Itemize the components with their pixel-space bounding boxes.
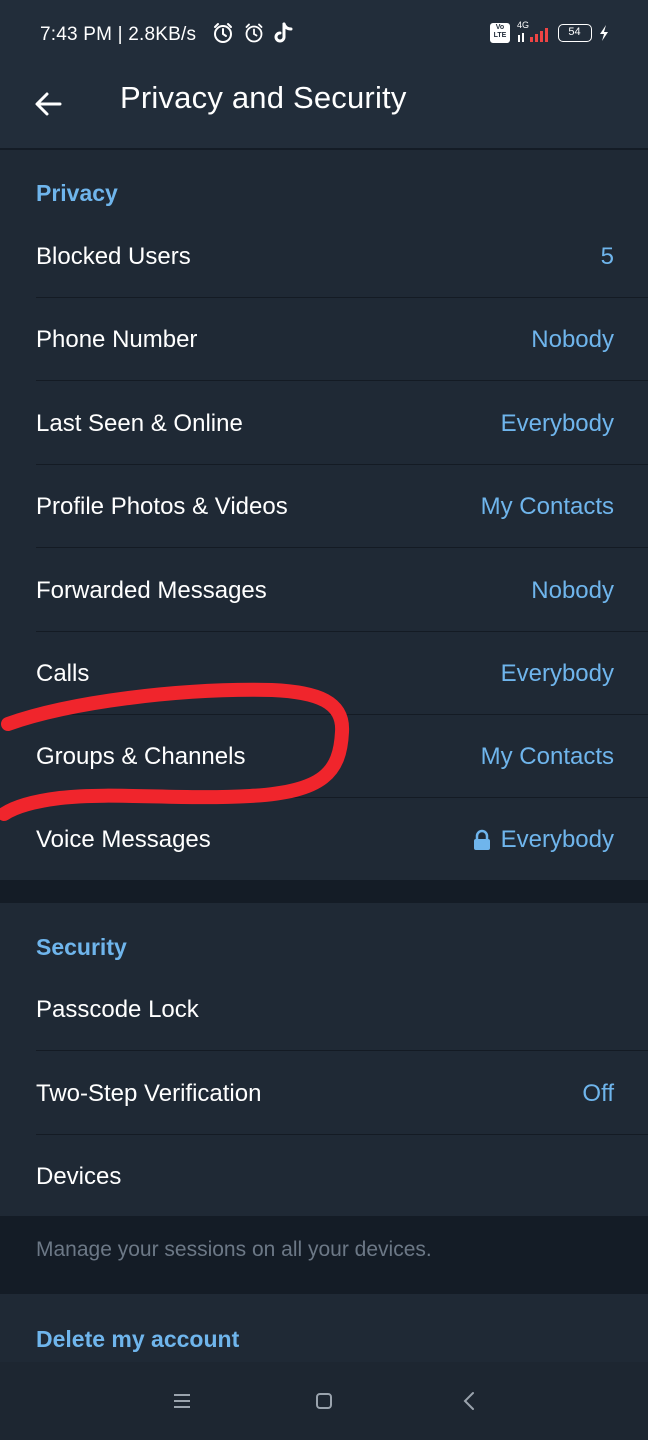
- nav-back-button[interactable]: [454, 1386, 484, 1416]
- divider: [36, 547, 648, 548]
- delete-account-section: Delete my account: [0, 1294, 648, 1362]
- security-section: Security Passcode Lock Two-Step Verifica…: [0, 903, 648, 1216]
- page-title: Privacy and Security: [120, 80, 407, 115]
- row-label: Last Seen & Online: [36, 409, 243, 437]
- row-calls[interactable]: Calls Everybody: [0, 632, 648, 715]
- divider: [36, 380, 648, 381]
- row-label: Forwarded Messages: [36, 576, 267, 604]
- volte-icon: Vo LTE: [490, 23, 510, 43]
- row-last-seen-online[interactable]: Last Seen & Online Everybody: [0, 382, 648, 465]
- row-value: Nobody: [531, 576, 614, 604]
- lock-icon: [473, 829, 490, 850]
- devices-hint-text: Manage your sessions on all your devices…: [36, 1238, 432, 1261]
- status-notification-icons: [212, 22, 294, 44]
- row-label: Phone Number: [36, 325, 198, 353]
- row-label: Passcode Lock: [36, 995, 199, 1023]
- signal-icon: 4G: [516, 20, 552, 44]
- status-time: 7:43 PM | 2.8KB/s: [40, 24, 197, 45]
- row-value: Everybody: [500, 409, 614, 437]
- row-label: Blocked Users: [36, 242, 191, 270]
- back-button[interactable]: [28, 84, 68, 124]
- status-system-icons: Vo LTE 4G 54: [490, 20, 610, 44]
- security-section-header: Security: [36, 934, 127, 960]
- square-icon: [316, 1393, 332, 1409]
- row-two-step-verification[interactable]: Two-Step Verification Off: [0, 1052, 648, 1135]
- charging-icon: [600, 25, 608, 41]
- menu-icon: [174, 1394, 190, 1408]
- status-bar: 7:43 PM | 2.8KB/s Vo LTE 4G 54: [0, 0, 648, 70]
- row-passcode-lock[interactable]: Passcode Lock: [0, 968, 648, 1051]
- row-value: Off: [582, 1079, 614, 1107]
- privacy-section: Privacy Blocked Users 5 Phone Number Nob…: [0, 150, 648, 880]
- row-phone-number[interactable]: Phone Number Nobody: [0, 298, 648, 381]
- row-value: My Contacts: [480, 742, 614, 770]
- row-label: Calls: [36, 659, 90, 687]
- system-nav-bar: [0, 1362, 648, 1440]
- row-value: Everybody: [500, 659, 614, 687]
- alarm-icon: [214, 23, 232, 43]
- row-label: Two-Step Verification: [36, 1079, 262, 1107]
- row-value: Nobody: [531, 325, 614, 353]
- row-value: 5: [600, 242, 614, 270]
- row-label: Profile Photos & Videos: [36, 492, 288, 520]
- home-button[interactable]: [309, 1386, 339, 1416]
- row-forwarded-messages[interactable]: Forwarded Messages Nobody: [0, 549, 648, 632]
- row-label: Voice Messages: [36, 825, 211, 853]
- chevron-left-icon: [463, 1392, 474, 1410]
- devices-hint: Manage your sessions on all your devices…: [0, 1216, 648, 1294]
- menu-button[interactable]: [167, 1386, 197, 1416]
- row-profile-photos-videos[interactable]: Profile Photos & Videos My Contacts: [0, 465, 648, 548]
- alarm-icon: [245, 23, 263, 43]
- arrow-left-icon: [35, 92, 62, 116]
- row-devices[interactable]: Devices: [0, 1135, 648, 1218]
- app-bar: Privacy and Security: [0, 70, 648, 148]
- row-value: My Contacts: [480, 492, 614, 520]
- divider: [36, 1050, 648, 1051]
- row-voice-messages[interactable]: Voice Messages Everybody: [0, 798, 648, 881]
- row-blocked-users[interactable]: Blocked Users 5: [0, 215, 648, 298]
- battery-icon: 54: [558, 24, 592, 42]
- row-label: Devices: [36, 1162, 122, 1190]
- row-label: Groups & Channels: [36, 742, 246, 770]
- row-groups-channels[interactable]: Groups & Channels My Contacts: [0, 715, 648, 798]
- row-value: Everybody: [473, 826, 614, 854]
- delete-account-header[interactable]: Delete my account: [36, 1326, 239, 1353]
- privacy-section-header: Privacy: [36, 180, 118, 206]
- tiktok-icon: [274, 22, 293, 43]
